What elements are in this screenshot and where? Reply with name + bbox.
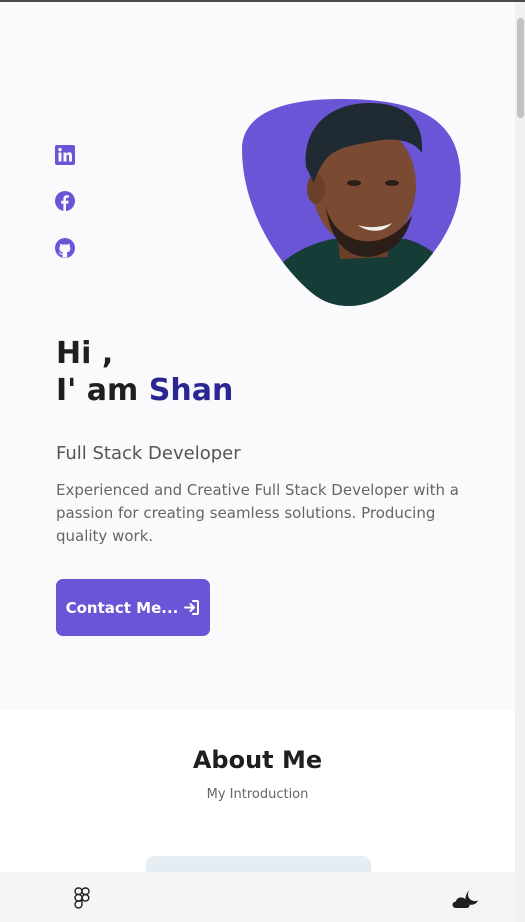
facebook-link[interactable] bbox=[55, 191, 75, 211]
developer-name: Shan bbox=[148, 373, 234, 408]
facebook-icon bbox=[55, 191, 75, 211]
figma-icon[interactable] bbox=[74, 887, 90, 909]
profile-avatar bbox=[236, 97, 462, 307]
sign-in-arrow-icon bbox=[183, 599, 200, 616]
greeting-line: Hi , bbox=[56, 336, 114, 371]
scrollbar-thumb[interactable] bbox=[517, 18, 524, 118]
contact-me-button[interactable]: Contact Me... bbox=[56, 579, 210, 636]
greeting-prefix: I' am bbox=[56, 373, 149, 408]
contact-button-label: Contact Me... bbox=[65, 598, 179, 617]
hero-description: Experienced and Creative Full Stack Deve… bbox=[56, 481, 459, 545]
linkedin-link[interactable] bbox=[55, 145, 75, 165]
portfolio-page: Hi , I' am Shan Full Stack Developer Exp… bbox=[0, 2, 515, 922]
about-title: About Me bbox=[192, 746, 323, 774]
scrollbar[interactable] bbox=[515, 2, 525, 922]
moon-cloud-icon[interactable] bbox=[452, 886, 482, 910]
role-title: Full Stack Developer bbox=[56, 443, 241, 464]
greeting-name-line: I' am Shan bbox=[56, 376, 233, 406]
github-link[interactable] bbox=[55, 238, 75, 258]
linkedin-icon bbox=[55, 145, 75, 165]
github-icon bbox=[55, 238, 75, 258]
bottom-bar bbox=[0, 872, 515, 922]
about-subtitle: My Introduction bbox=[206, 787, 309, 802]
hero-section: Hi , I' am Shan Full Stack Developer Exp… bbox=[0, 2, 515, 710]
